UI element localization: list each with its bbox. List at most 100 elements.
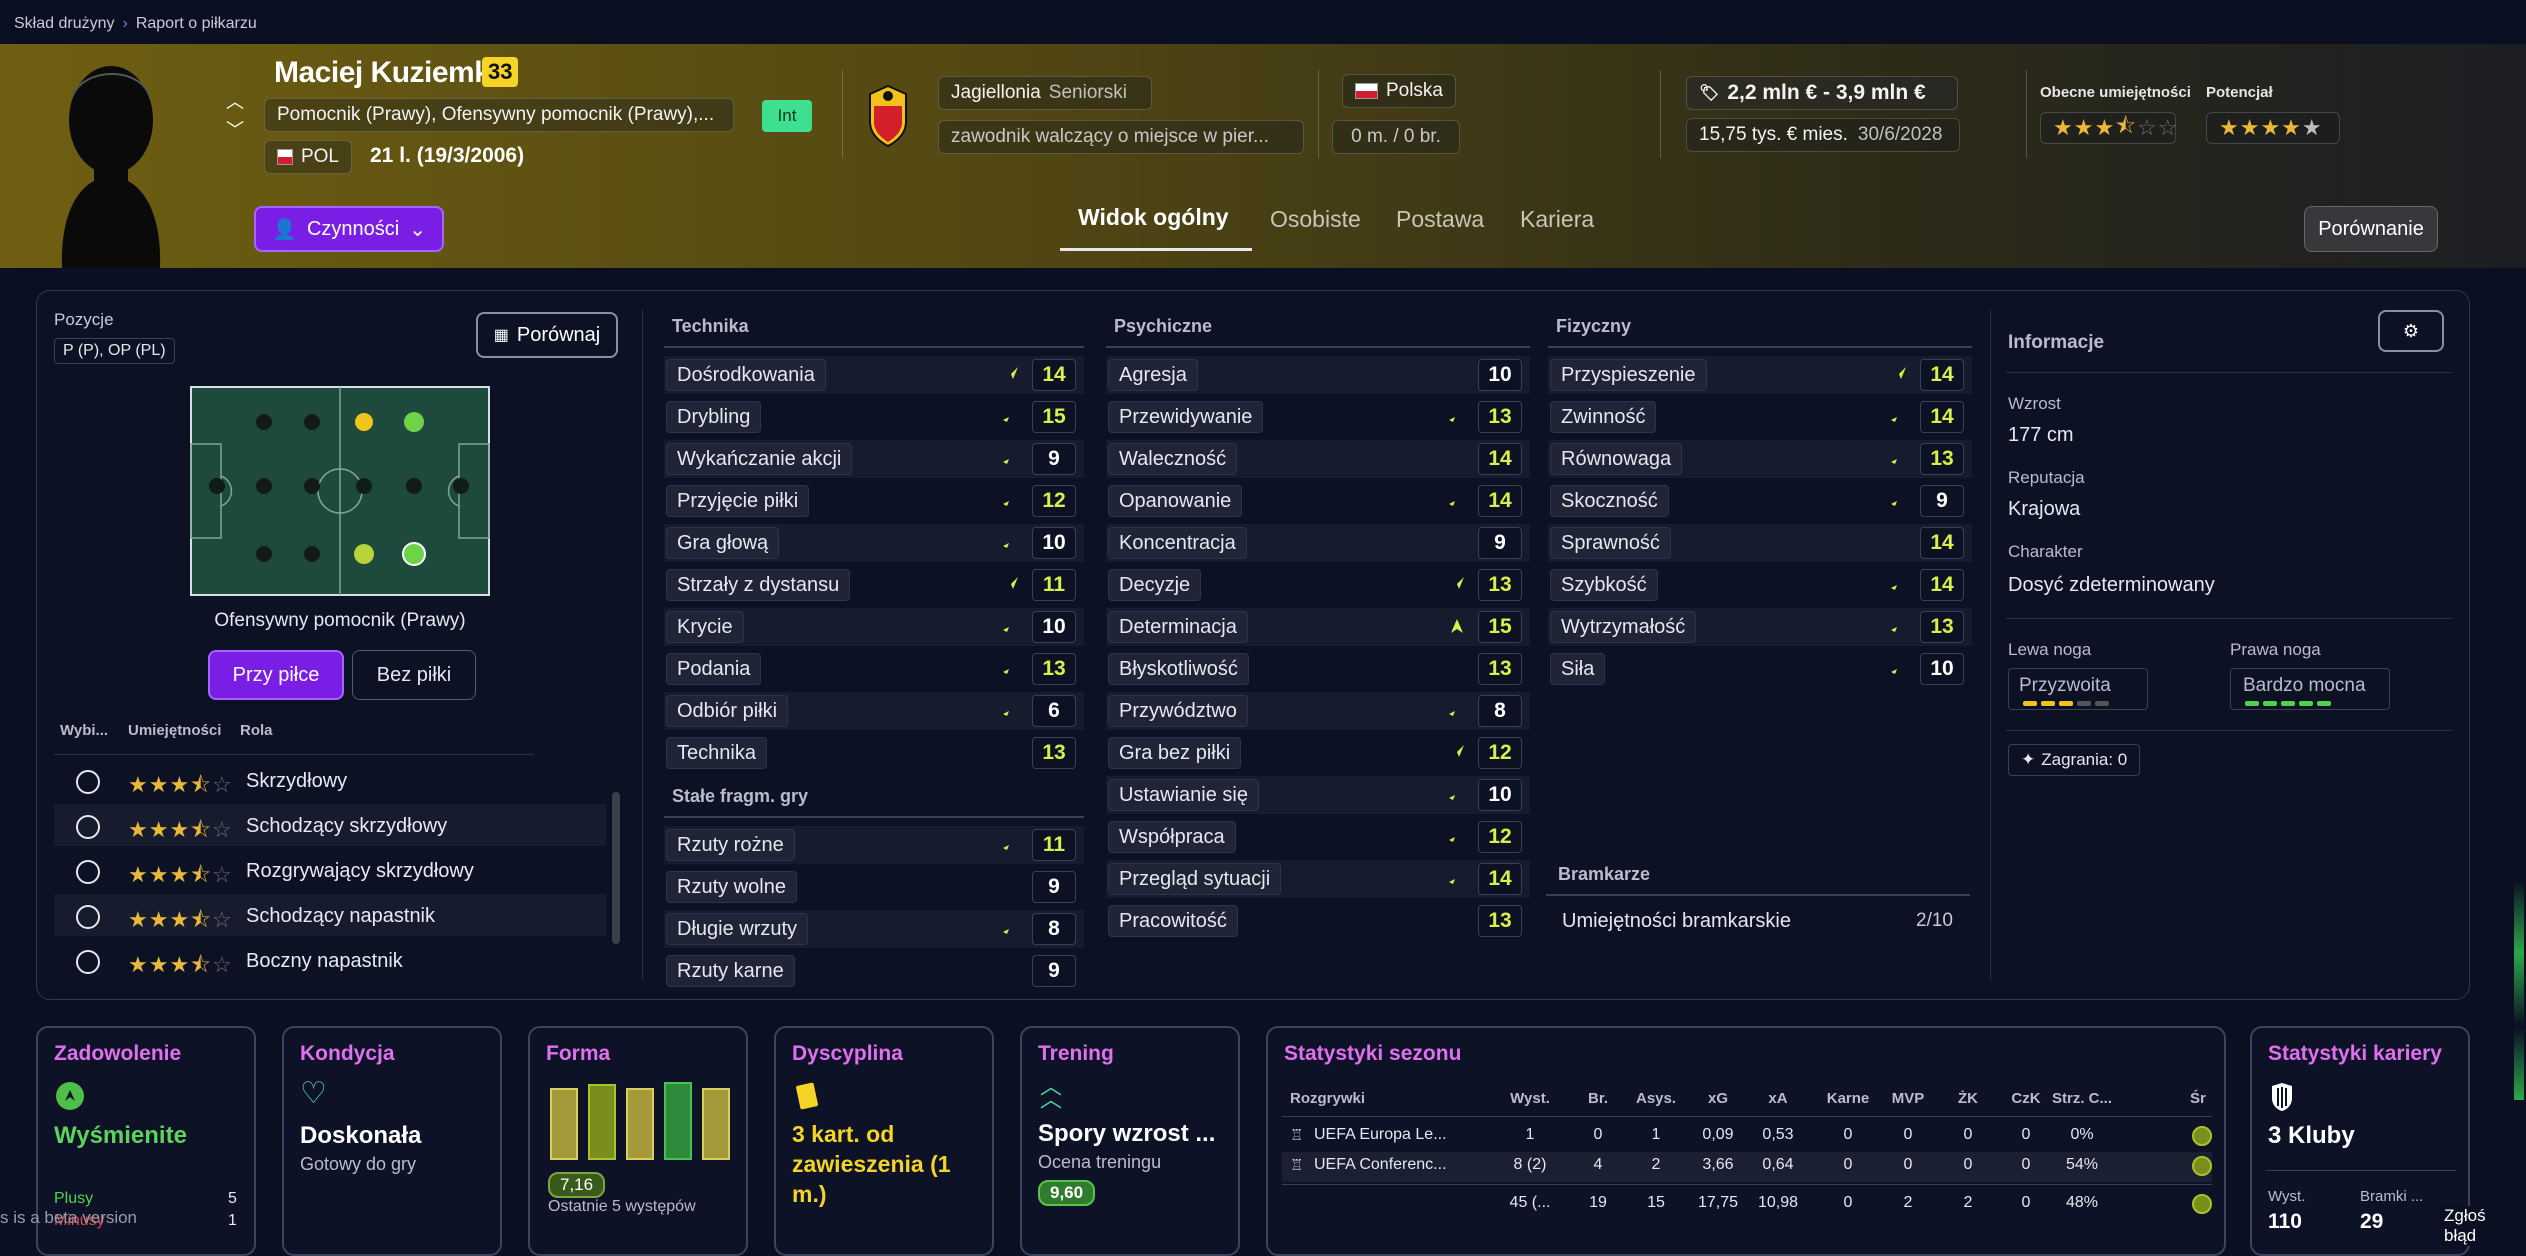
attribute-row[interactable]: Strzały z dystansu 11 — [666, 568, 1082, 602]
attribute-row[interactable]: Pracowitość 13 — [1108, 904, 1528, 938]
attribute-row[interactable]: Długie wrzuty 8 — [666, 912, 1082, 946]
season-col-header[interactable]: CzK — [1996, 1090, 2056, 1107]
without-ball-toggle[interactable]: Bez piłki — [352, 650, 476, 700]
trend-arrow-icon — [1891, 412, 1907, 422]
radio-button[interactable] — [76, 770, 100, 794]
breadcrumb-parent[interactable]: Skład drużyny — [14, 15, 115, 33]
club-chip[interactable]: Jagiellonia Seniorski — [938, 76, 1152, 110]
season-col-header[interactable]: Rozgrywki — [1290, 1090, 1365, 1107]
table-row[interactable]: ♖ UEFA Europa Le... 1 0 1 0,09 0,53 0 0 0 0 0% — [1268, 1126, 2224, 1150]
wage: 15,75 tys. € mies. — [1699, 124, 1848, 145]
attribute-row[interactable]: Odbiór piłki 6 — [666, 694, 1082, 728]
attribute-row[interactable]: Opanowanie 14 — [1108, 484, 1528, 518]
divider — [664, 346, 1084, 348]
attribute-row[interactable]: Gra bez piłki 12 — [1108, 736, 1528, 770]
attribute-row[interactable]: Rzuty wolne 9 — [666, 870, 1082, 904]
attribute-row[interactable]: Przyspieszenie 14 — [1550, 358, 1970, 392]
radio-button[interactable] — [76, 815, 100, 839]
attribute-row[interactable]: Technika 13 — [666, 736, 1082, 770]
season-col-header[interactable]: xA — [1748, 1090, 1808, 1107]
attribute-row[interactable]: Rzuty karne 9 — [666, 954, 1082, 988]
attribute-row[interactable]: Siła 10 — [1550, 652, 1970, 686]
attribute-row[interactable]: Szybkość 14 — [1550, 568, 1970, 602]
person-settings-icon[interactable]: ⚙ — [2378, 310, 2444, 352]
tab-overview[interactable]: Widok ogólny — [1078, 204, 1229, 231]
attribute-row[interactable]: Drybling 15 — [666, 400, 1082, 434]
table-row[interactable]: ♖ UEFA Conferenc... 8 (2) 4 2 3,66 0,64 0 0 0 0 54% — [1268, 1156, 2224, 1180]
season-col-header[interactable]: Wyst. — [1500, 1090, 1560, 1107]
list-item[interactable]: ★★★⯪☆ Schodzący napastnik — [54, 895, 606, 939]
attribute-row[interactable]: Podania 13 — [666, 652, 1082, 686]
season-col-header[interactable]: Śr — [2190, 1090, 2206, 1107]
attribute-row[interactable]: Przywództwo 8 — [1108, 694, 1528, 728]
season-col-header[interactable]: ŻK — [1938, 1090, 1998, 1107]
attribute-row[interactable]: Decyzje 13 — [1108, 568, 1528, 602]
attribute-row[interactable]: Gra głową 10 — [666, 526, 1082, 560]
attribute-row[interactable]: Współpraca 12 — [1108, 820, 1528, 854]
list-item[interactable]: ★★★⯪☆ Schodzący skrzydłowy — [54, 805, 606, 849]
rating-dot — [2192, 1194, 2212, 1214]
pitch-positions-map[interactable] — [190, 386, 490, 596]
col-role[interactable]: Rola — [240, 722, 273, 739]
attribute-row[interactable]: Zwinność 14 — [1550, 400, 1970, 434]
attribute-row[interactable]: Skoczność 9 — [1550, 484, 1970, 518]
attribute-label: Technika — [666, 737, 767, 769]
attribute-row[interactable]: Ustawianie się 10 — [1108, 778, 1528, 812]
career-stats-card[interactable]: Statystyki kariery 3 Kluby Wyst. Bramki … — [2250, 1026, 2470, 1256]
role-stars: ★★★⯪☆ — [128, 772, 233, 797]
roles-scrollbar[interactable] — [612, 792, 620, 944]
tab-career[interactable]: Kariera — [1520, 206, 1594, 233]
season-col-header[interactable]: Strz. C... — [2052, 1090, 2112, 1107]
attribute-row[interactable]: Koncentracja 9 — [1108, 526, 1528, 560]
form-bar — [588, 1084, 616, 1160]
player-number-badge: 33 — [482, 57, 519, 87]
season-col-header[interactable]: Asys. — [1626, 1090, 1686, 1107]
attribute-row[interactable]: Przewidywanie 13 — [1108, 400, 1528, 434]
role-name: Schodzący napastnik — [246, 905, 436, 927]
next-player-icon[interactable]: ﹀ — [226, 116, 244, 142]
technique-title: Technika — [672, 316, 749, 336]
actions-button[interactable]: 👤 Czynności ⌄ — [254, 206, 444, 252]
attribute-row[interactable]: Przyjęcie piłki 12 — [666, 484, 1082, 518]
col-select[interactable]: Wybi... — [60, 722, 108, 739]
attribute-label: Rzuty karne — [666, 955, 795, 987]
attribute-row[interactable]: Determinacja 15 — [1108, 610, 1528, 644]
tab-personal[interactable]: Osobiste — [1270, 206, 1361, 233]
plays-chip[interactable]: ✦ Zagrania: 0 — [2008, 744, 2141, 776]
tab-attitude[interactable]: Postawa — [1396, 206, 1484, 233]
attribute-row[interactable]: Dośrodkowania 14 — [666, 358, 1082, 392]
attribute-row[interactable]: Wykańczanie akcji 9 — [666, 442, 1082, 476]
prev-player-icon[interactable]: ︿ — [226, 88, 244, 114]
attribute-row[interactable]: Błyskotliwość 13 — [1108, 652, 1528, 686]
season-col-header[interactable]: xG — [1688, 1090, 1748, 1107]
discipline-card[interactable]: Dyscyplina 3 kart. od zawieszenia (1 m.) — [774, 1026, 994, 1256]
attribute-row[interactable]: Krycie 10 — [666, 610, 1082, 644]
radio-button[interactable] — [76, 860, 100, 884]
attribute-row[interactable]: Równowaga 13 — [1550, 442, 1970, 476]
attribute-row[interactable]: Przegląd sytuacji 14 — [1108, 862, 1528, 896]
report-bug-link[interactable]: Zgłoś błąd — [2440, 1206, 2526, 1246]
attribute-row[interactable]: Wytrzymałość 13 — [1550, 610, 1970, 644]
table-row[interactable]: 45 (... 19 15 17,75 10,98 0 2 2 0 48% — [1268, 1194, 2224, 1218]
form-card[interactable]: Forma 7,16 Ostatnie 5 występów — [528, 1026, 748, 1256]
attribute-row[interactable]: Waleczność 14 — [1108, 442, 1528, 476]
compare-positions-button[interactable]: ▦ Porównaj — [476, 312, 618, 358]
condition-card[interactable]: Kondycja ♡ Doskonała Gotowy do gry — [282, 1026, 502, 1256]
list-item[interactable]: ★★★⯪☆ Rozgrywający skrzydłowy — [54, 850, 606, 894]
attribute-row[interactable]: Rzuty rożne 11 — [666, 828, 1082, 862]
compare-player-button[interactable]: Porównanie — [2304, 206, 2438, 252]
list-item[interactable]: ★★★⯪☆ Boczny napastnik — [54, 940, 606, 984]
with-ball-toggle[interactable]: Przy piłce — [208, 650, 344, 700]
season-col-header[interactable]: Br. — [1568, 1090, 1628, 1107]
attribute-row[interactable]: Agresja 10 — [1108, 358, 1528, 392]
season-stats-card[interactable]: Statystyki sezonu Rozgrywki Wyst. Br. Asys.… — [1266, 1026, 2226, 1256]
season-col-header[interactable]: Karne — [1818, 1090, 1878, 1107]
club-crest-icon[interactable] — [866, 82, 910, 148]
radio-button[interactable] — [76, 905, 100, 929]
col-ability[interactable]: Umiejętności — [128, 722, 221, 739]
season-col-header[interactable]: MVP — [1878, 1090, 1938, 1107]
list-item[interactable]: ★★★⯪☆ Skrzydłowy — [54, 760, 606, 804]
training-card[interactable]: Trening ︿ ︿ Spory wzrost ... Ocena trenin… — [1020, 1026, 1240, 1256]
radio-button[interactable] — [76, 950, 100, 974]
attribute-row[interactable]: Sprawność 14 — [1550, 526, 1970, 560]
